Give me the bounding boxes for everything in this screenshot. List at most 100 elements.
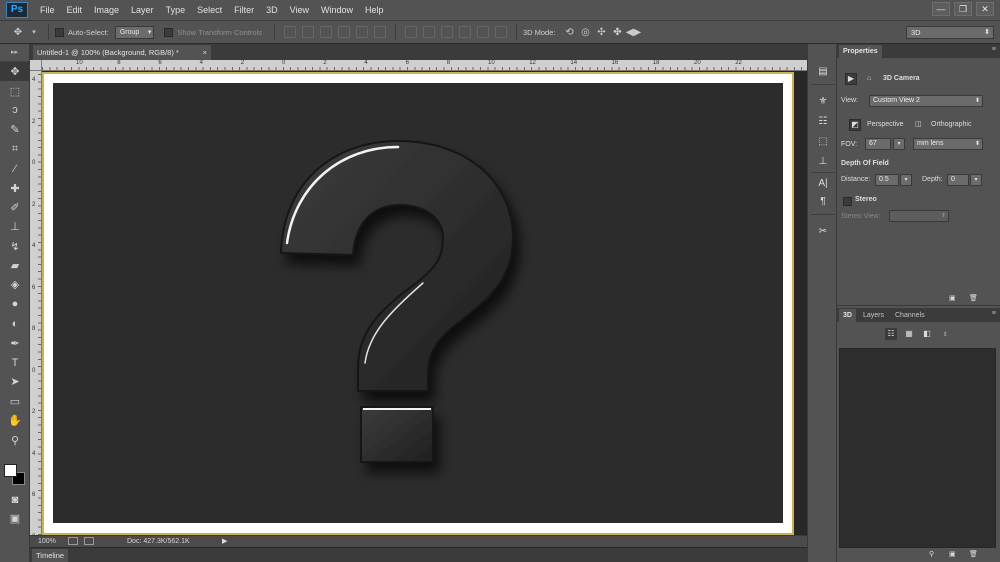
character-icon[interactable]: A| [814,176,832,192]
lights-icon[interactable]: ♁ [939,328,951,340]
depth-dropdown-arrow[interactable]: ▾ [970,174,982,186]
perspective-label[interactable]: Perspective [867,121,904,128]
fov-value-field[interactable]: 67 [865,138,891,150]
menu-filter[interactable]: Filter [228,0,260,20]
info-icon[interactable]: ⬚ [814,134,832,150]
vertical-ruler[interactable]: 420246802468 [30,71,42,540]
fov-dropdown-arrow[interactable]: ▾ [893,138,905,150]
hand-tool-icon[interactable]: ✋ [0,411,30,430]
marquee-tool-icon[interactable]: ⬚ [0,81,30,100]
whole-scene-icon[interactable]: ☷ [885,328,897,340]
tab-3d[interactable]: 3D [839,309,856,322]
menu-image[interactable]: Image [88,0,125,20]
menu-window[interactable]: Window [315,0,359,20]
menu-view[interactable]: View [284,0,315,20]
lasso-tool-icon[interactable]: ↄ [0,101,30,120]
perspective-icon[interactable]: ◩ [849,119,861,131]
eyedropper-tool-icon[interactable]: ⁄ [0,159,30,178]
clone-stamp-tool-icon[interactable]: ⊥ [0,217,30,236]
timeline-tab[interactable]: Timeline [32,549,68,562]
restore-button[interactable]: ❐ [954,2,972,16]
distribute-right-icon[interactable] [494,26,507,38]
menu-layer[interactable]: Layer [125,0,160,20]
align-left-icon[interactable] [337,26,350,38]
history-icon[interactable]: ▤ [814,64,832,80]
align-hcenter-icon[interactable] [355,26,368,38]
menu-edit[interactable]: Edit [61,0,89,20]
status-menu-arrow[interactable]: ▶ [222,536,227,547]
show-transform-checkbox[interactable] [164,27,174,37]
slide-3d-icon[interactable]: ✤ [609,27,625,38]
menu-file[interactable]: File [34,0,61,20]
document-canvas[interactable] [53,83,783,523]
brush-settings-icon[interactable]: ✂ [814,224,832,240]
scale-3d-icon[interactable]: ◀▶ [625,27,641,38]
distance-dropdown-arrow[interactable]: ▾ [900,174,912,186]
render-icon[interactable]: ▣ [949,550,956,558]
foreground-color-swatch[interactable] [4,464,17,477]
paragraph-icon[interactable]: ¶ [814,194,832,210]
document-tab[interactable]: Untitled-1 @ 100% (Background, RGB/8) * … [33,45,211,60]
delete-icon[interactable]: 🗑 [969,550,978,558]
delete-icon[interactable]: 🗑 [969,294,978,302]
healing-brush-tool-icon[interactable]: ✚ [0,178,30,197]
paint-bucket-tool-icon[interactable]: ◈ [0,275,30,294]
tool-presets-icon[interactable]: ⚜ [814,94,832,110]
history-brush-tool-icon[interactable]: ↯ [0,237,30,256]
fov-unit-dropdown[interactable]: mm lens [913,138,983,150]
tab-layers[interactable]: Layers [859,309,888,322]
zoom-level[interactable]: 100% [38,536,56,547]
menu-type[interactable]: Type [160,0,192,20]
chevron-down-icon[interactable]: ▾ [26,28,42,36]
tools-panel-grip[interactable]: ▸▸ [0,44,29,62]
eraser-tool-icon[interactable]: ▰ [0,256,30,275]
brush-tool-icon[interactable]: ✐ [0,198,30,217]
materials-icon[interactable]: ◧ [921,328,933,340]
close-tab-icon[interactable]: × [203,45,207,60]
align-bottom-icon[interactable] [319,26,332,38]
menu-select[interactable]: Select [191,0,228,20]
share-icon[interactable] [68,537,78,545]
workspace-dropdown[interactable]: 3D [906,26,994,39]
pan-3d-icon[interactable]: ✣ [593,27,609,38]
close-button[interactable]: ✕ [976,2,994,16]
orbit-3d-icon[interactable]: ⟲ [561,27,577,38]
distribute-top-icon[interactable] [404,26,417,38]
orthographic-icon[interactable]: ◫ [915,120,922,128]
move-tool-icon[interactable]: ✥ [10,27,26,38]
clone-source-icon[interactable]: ⊥ [814,154,832,170]
distribute-bottom-icon[interactable] [440,26,453,38]
quick-mask-icon[interactable]: ◙ [0,490,30,509]
dodge-tool-icon[interactable]: ◐ [0,314,30,333]
view-dropdown[interactable]: Custom View 2 [869,95,983,107]
blur-tool-icon[interactable]: ● [0,295,30,314]
stereo-checkbox[interactable] [843,197,852,206]
align-top-icon[interactable] [283,26,296,38]
orthographic-label[interactable]: Orthographic [931,121,971,128]
scene-list[interactable] [839,348,996,548]
distribute-vcenter-icon[interactable] [422,26,435,38]
light-icon[interactable]: ⚲ [929,550,934,558]
pen-tool-icon[interactable]: ✒ [0,333,30,352]
horizontal-ruler[interactable]: 10 8 6 4 2 0 2 4 6 8 10 12 14 16 18 20 22 [42,60,807,71]
distribute-left-icon[interactable] [458,26,471,38]
auto-select-checkbox[interactable] [55,27,64,37]
export-icon[interactable] [84,537,94,545]
align-right-icon[interactable] [373,26,386,38]
tab-channels[interactable]: Channels [891,309,929,322]
align-vcenter-icon[interactable] [301,26,314,38]
distance-field[interactable]: 0.5 [875,174,899,186]
type-tool-icon[interactable]: T [0,353,30,372]
panel-menu-icon[interactable]: ≡ [992,46,996,53]
distribute-hcenter-icon[interactable] [476,26,489,38]
quick-select-tool-icon[interactable]: ✎ [0,120,30,139]
adjustments-icon[interactable]: ☷ [814,114,832,130]
move-tool-icon[interactable]: ✥ [0,62,30,82]
zoom-tool-icon[interactable]: ⚲ [0,430,30,449]
menu-3d[interactable]: 3D [260,0,284,20]
minimize-button[interactable]: — [932,2,950,16]
roll-3d-icon[interactable]: ◎ [577,27,593,38]
rectangle-tool-icon[interactable]: ▭ [0,392,30,411]
path-selection-tool-icon[interactable]: ➤ [0,372,30,391]
panel-menu-icon[interactable]: ≡ [992,310,996,317]
